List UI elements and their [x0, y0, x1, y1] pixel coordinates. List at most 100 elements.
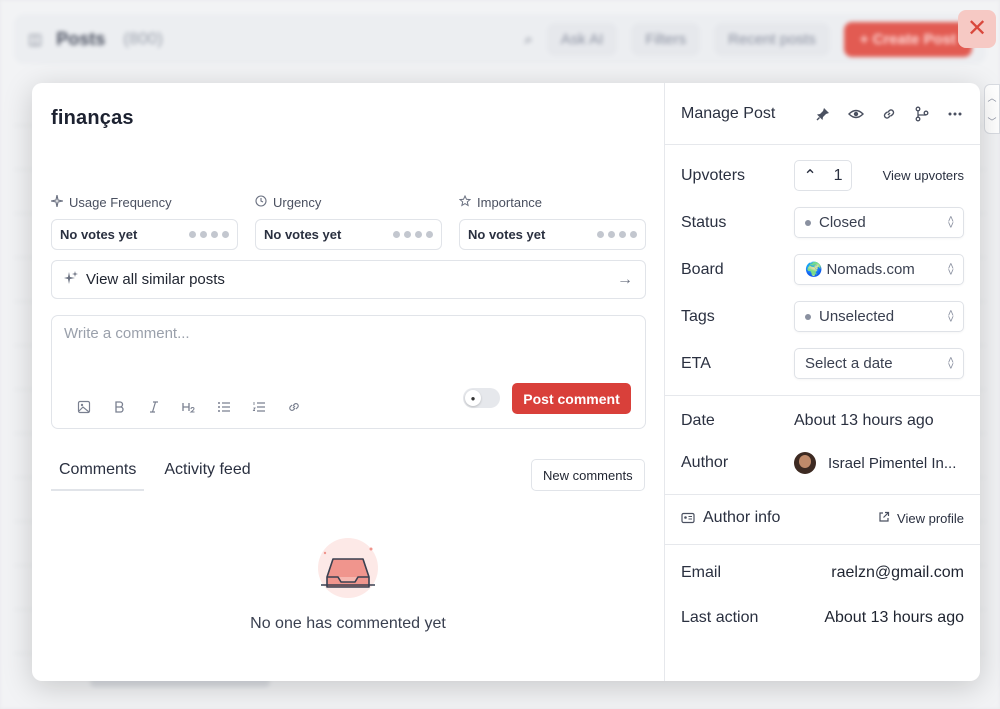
pin-icon[interactable] — [814, 105, 832, 123]
id-card-icon — [681, 511, 695, 525]
upvoters-label: Upvoters — [681, 166, 746, 184]
chevron-updown-icon: ˄ ˅ — [947, 354, 955, 373]
author-row: Author Israel Pimentel In... — [681, 452, 964, 474]
eta-label: ETA — [681, 354, 711, 372]
view-similar-posts-button[interactable]: View all similar posts → — [51, 260, 646, 299]
tags-row: Tags Unselected ˄ ˅ — [681, 301, 964, 332]
vote-urgency: Urgency No votes yet — [255, 193, 442, 250]
date-value: About 13 hours ago — [794, 412, 934, 429]
private-comment-toggle[interactable]: ● — [463, 388, 500, 408]
tab-comments[interactable]: Comments — [51, 455, 145, 491]
post-modal: finanças Usage Frequency No votes yet Ur… — [32, 83, 980, 681]
background-chip-filters: Filters — [631, 22, 701, 56]
eta-date-picker[interactable]: Select a date ˄ ˅ — [794, 348, 964, 379]
view-profile-link[interactable]: View profile — [878, 511, 964, 526]
chevron-up-icon[interactable]: ︿ — [987, 91, 996, 104]
chevron-updown-icon: ˄ ˅ — [947, 213, 955, 232]
eta-row: ETA Select a date ˄ ˅ — [681, 348, 964, 379]
status-label: Status — [681, 213, 727, 231]
tags-select[interactable]: Unselected ˄ ˅ — [794, 301, 964, 332]
email-row: Email raelzn@gmail.com — [681, 564, 964, 582]
background-title: Posts — [56, 28, 106, 49]
manage-header: Manage Post — [665, 83, 980, 145]
post-comment-button[interactable]: Post comment — [512, 383, 631, 414]
divider — [665, 395, 980, 396]
rating-dots[interactable] — [597, 231, 637, 238]
bullet-list-icon[interactable] — [206, 395, 241, 419]
clock-icon — [255, 194, 267, 210]
vote-importance: Importance No votes yet — [458, 193, 646, 250]
chevron-down-icon[interactable]: ﹀ — [987, 115, 996, 128]
vote-usage-frequency: Usage Frequency No votes yet — [50, 193, 238, 250]
globe-icon: 🌍 — [805, 261, 823, 277]
rating-dots[interactable] — [393, 231, 433, 238]
board-value: Nomads.com — [826, 261, 915, 278]
upvote-button[interactable]: ⌃ 1 — [794, 160, 852, 191]
new-comments-button[interactable]: New comments — [531, 459, 645, 491]
link-icon[interactable] — [880, 105, 898, 123]
post-title: finanças — [51, 107, 134, 129]
italic-icon[interactable] — [136, 395, 171, 419]
board-select[interactable]: 🌍 Nomads.com ˄ ˅ — [794, 254, 964, 285]
vote-selector[interactable]: No votes yet — [255, 219, 442, 250]
bold-icon[interactable] — [101, 395, 136, 419]
board-row: Board 🌍 Nomads.com ˄ ˅ — [681, 254, 964, 285]
vote-selector[interactable]: No votes yet — [459, 219, 646, 250]
chevron-up-icon: ⌃ — [803, 167, 817, 185]
email-value: raelzn@gmail.com — [831, 564, 964, 581]
image-icon[interactable] — [66, 395, 101, 419]
vote-value: No votes yet — [468, 227, 546, 242]
status-value: Closed — [819, 214, 866, 231]
avatar[interactable] — [794, 452, 816, 474]
author-name[interactable]: Israel Pimentel In... — [828, 455, 960, 472]
more-icon[interactable] — [946, 105, 964, 123]
author-label: Author — [681, 454, 729, 471]
date-label: Date — [681, 412, 715, 429]
post-navigation[interactable]: ︿ ﹀ — [984, 84, 1000, 134]
status-row: Status Closed ˄ ˅ — [681, 207, 964, 238]
vote-label: Urgency — [273, 194, 322, 210]
eye-icon[interactable] — [847, 105, 865, 123]
view-upvoters-link[interactable]: View upvoters — [883, 168, 964, 183]
search-icon: ⌕ — [524, 30, 533, 48]
empty-comments-text: No one has commented yet — [250, 615, 446, 632]
rating-dots[interactable] — [189, 231, 229, 238]
sidebar-toggle-icon: ◫ — [28, 31, 43, 48]
merge-icon[interactable] — [913, 105, 931, 123]
external-link-icon — [878, 511, 890, 526]
vote-label: Usage Frequency — [69, 194, 172, 210]
arrow-right-icon: → — [617, 270, 633, 288]
similar-posts-label: View all similar posts — [86, 271, 225, 288]
divider — [665, 544, 980, 545]
close-modal-button[interactable]: ✕ — [958, 10, 996, 48]
vote-label: Importance — [477, 194, 543, 210]
comment-tabs: Comments Activity feed — [51, 455, 271, 491]
background-count: (800) — [123, 29, 163, 48]
background-chip-sort: Recent posts — [714, 22, 830, 56]
link-icon[interactable] — [276, 395, 311, 419]
upvote-count: 1 — [833, 166, 843, 184]
tag-dot-icon — [805, 313, 811, 320]
last-action-row: Last action About 13 hours ago — [681, 609, 964, 627]
vote-selector[interactable]: No votes yet — [51, 219, 238, 250]
numbered-list-icon[interactable] — [241, 395, 276, 419]
background-topbar: ◫ Posts (800) ⌕ Ask AI Filters Recent po… — [14, 14, 986, 64]
author-info-label: Author info — [703, 509, 781, 526]
view-profile-label: View profile — [897, 510, 964, 526]
comment-input[interactable] — [64, 325, 624, 365]
vote-value: No votes yet — [60, 227, 138, 242]
email-label: Email — [681, 564, 722, 581]
board-label: Board — [681, 260, 724, 278]
tab-activity-feed[interactable]: Activity feed — [156, 455, 258, 491]
author-info-row: Author info View profile — [681, 509, 964, 527]
formatting-toolbar — [66, 395, 311, 419]
status-dot-icon — [805, 219, 811, 226]
upvoters-row: Upvoters ⌃ 1 View upvoters — [681, 160, 964, 191]
tags-label: Tags — [681, 307, 715, 325]
sparkles-icon — [64, 270, 78, 289]
post-content: finanças Usage Frequency No votes yet Ur… — [32, 83, 664, 681]
heading-icon[interactable] — [171, 395, 206, 419]
status-select[interactable]: Closed ˄ ˅ — [794, 207, 964, 238]
last-action-label: Last action — [681, 609, 759, 626]
vote-value: No votes yet — [264, 227, 342, 242]
